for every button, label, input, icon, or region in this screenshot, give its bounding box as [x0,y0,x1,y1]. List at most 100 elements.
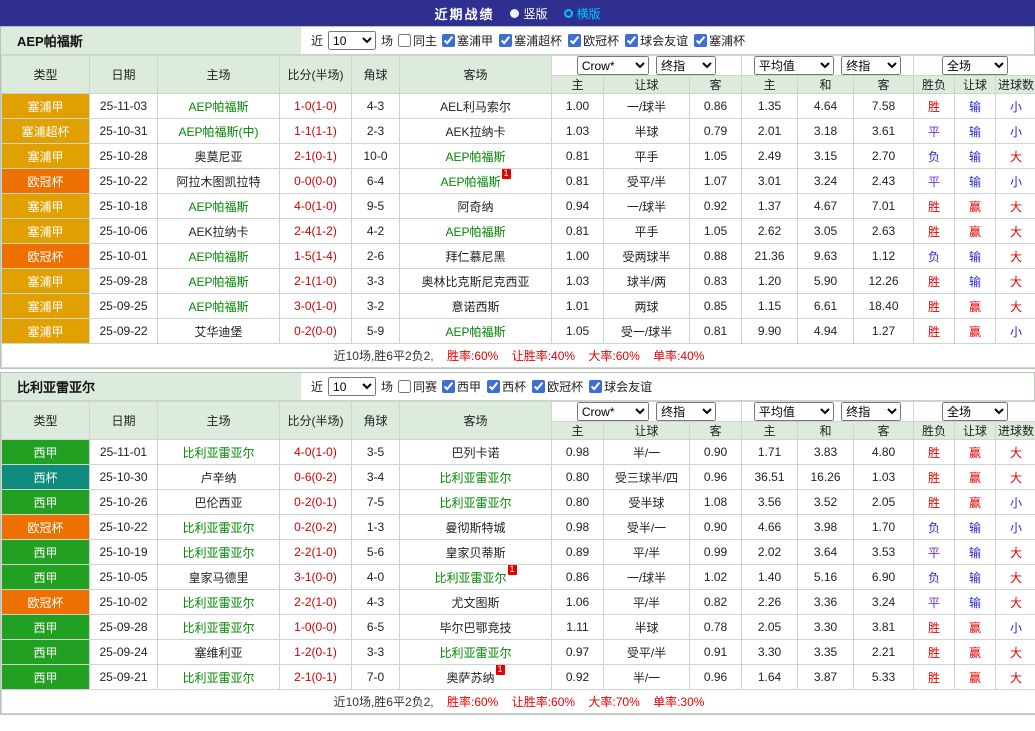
avg-odds-home: 2.05 [742,615,798,640]
away-team: 比利亚雷亚尔 [400,490,552,515]
corners-cell: 3-3 [352,640,400,665]
bookmaker-select[interactable]: Crow* [577,56,649,75]
handicap-win-rate: 让胜率:40% [512,349,575,363]
handicap-odds-home: 0.97 [552,640,604,665]
result-goals: 小 [996,515,1035,540]
league-checkbox[interactable] [499,34,512,47]
league-checkbox[interactable] [442,34,455,47]
league-filter[interactable]: 塞浦超杯 [499,32,562,49]
same-filter[interactable]: 同赛 [398,378,437,395]
league-checkbox[interactable] [532,380,545,393]
euro-time-select[interactable]: 终指 [841,56,901,75]
col-header-odds-away: 客 [690,422,742,440]
odd-rate: 单率:40% [653,349,704,363]
bookmaker-select[interactable]: Crow* [577,402,649,421]
league-filter[interactable]: 欧冠杯 [568,32,619,49]
result-goals: 大 [996,144,1035,169]
league-checkbox[interactable] [568,34,581,47]
layout-horizontal-radio[interactable]: 横版 [564,5,601,22]
match-count-select[interactable]: 10 [328,31,376,50]
avg-odds-draw: 3.35 [798,640,854,665]
away-team: AEP帕福斯 [400,219,552,244]
league-checkbox[interactable] [442,380,455,393]
col-header-home: 主场 [158,56,280,94]
league-checkbox[interactable] [589,380,602,393]
scope-select[interactable]: 全场 [942,56,1008,75]
win-rate: 胜率:60% [447,349,498,363]
team-label: 皇家马德里 [188,571,248,585]
team-label: 比利亚雷亚尔 [434,571,506,585]
league-filter[interactable]: 球会友谊 [589,378,652,395]
league-filter[interactable]: 球会友谊 [625,32,688,49]
match-row: 西甲25-09-28比利亚雷亚尔1-0(0-0)6-5毕尔巴鄂竞技1.11半球0… [2,615,1035,640]
summary-text: 近10场,胜6平2负2, [334,695,434,709]
league-filter[interactable]: 塞浦甲 [442,32,493,49]
handicap-time-select[interactable]: 终指 [656,56,716,75]
handicap-odds-home: 1.03 [552,269,604,294]
avg-odds-draw: 3.24 [798,169,854,194]
handicap-odds-home: 1.03 [552,119,604,144]
home-team: 巴伦西亚 [158,490,280,515]
away-team: 比利亚雷亚尔 [400,465,552,490]
handicap-odds-home: 1.06 [552,590,604,615]
summary-row: 近10场,胜6平2负2, 胜率:60% 让胜率:40% 大率:60% 单率:40… [2,344,1035,368]
result-goals: 大 [996,640,1035,665]
league-checkbox[interactable] [625,34,638,47]
match-count-select[interactable]: 10 [328,377,376,396]
handicap-line: 受平/半 [604,169,690,194]
scope-select[interactable]: 全场 [942,402,1008,421]
away-team: AEK拉纳卡 [400,119,552,144]
league-checkbox[interactable] [487,380,500,393]
match-date: 25-10-01 [90,244,158,269]
competition-badge: 塞浦甲 [2,269,90,294]
avg-odds-away: 18.40 [854,294,914,319]
competition-badge: 塞浦超杯 [2,119,90,144]
same-filter[interactable]: 同主 [398,32,437,49]
corners-cell: 2-3 [352,119,400,144]
match-row: 西甲25-10-05皇家马德里3-1(0-0)4-0比利亚雷亚尔10.86一/球… [2,565,1035,590]
handicap-time-select[interactable]: 终指 [656,402,716,421]
euro-time-select[interactable]: 终指 [841,402,901,421]
team-label: AEK拉纳卡 [188,225,248,239]
league-filter[interactable]: 西杯 [487,378,526,395]
col-header-score: 比分(半场) [280,56,352,94]
competition-badge: 欧冠杯 [2,515,90,540]
home-team: AEP帕福斯 [158,269,280,294]
same-checkbox[interactable] [398,34,411,47]
league-checkbox[interactable] [694,34,707,47]
result-goals: 大 [996,565,1035,590]
handicap-odds-home: 1.01 [552,294,604,319]
score-cell: 0-0(0-0) [280,169,352,194]
competition-badge: 西甲 [2,565,90,590]
result-handicap: 赢 [955,465,996,490]
team-label: 卢辛纳 [200,471,236,485]
league-filter[interactable]: 西甲 [442,378,481,395]
team-label: AEP帕福斯 [188,100,248,114]
home-team: 比利亚雷亚尔 [158,515,280,540]
avg-odds-away: 3.81 [854,615,914,640]
avg-odds-draw: 3.18 [798,119,854,144]
col-header-odds-away: 客 [690,76,742,94]
match-row: 西甲25-10-26巴伦西亚0-2(0-1)7-5比利亚雷亚尔0.80受半球1.… [2,490,1035,515]
avg-odds-draw: 3.83 [798,440,854,465]
corners-cell: 3-5 [352,440,400,465]
layout-vertical-radio[interactable]: 竖版 [510,5,547,22]
league-filter[interactable]: 塞浦杯 [694,32,745,49]
competition-badge: 西甲 [2,490,90,515]
same-checkbox[interactable] [398,380,411,393]
average-select[interactable]: 平均值 [754,56,834,75]
col-header-handicap-result: 让球 [955,422,996,440]
league-filter[interactable]: 欧冠杯 [532,378,583,395]
team-label: 巴伦西亚 [194,496,242,510]
match-row: 塞浦甲25-10-06AEK拉纳卡2-4(1-2)4-2AEP帕福斯0.81平手… [2,219,1035,244]
col-header-result: 胜负 [914,76,955,94]
score-cell: 4-0(1-0) [280,194,352,219]
score-cell: 2-2(1-0) [280,590,352,615]
avg-odds-home: 36.51 [742,465,798,490]
result-goals: 大 [996,294,1035,319]
average-select[interactable]: 平均值 [754,402,834,421]
handicap-odds-controls: Crow* 终指 [552,402,742,422]
away-team: 曼彻斯特城 [400,515,552,540]
avg-odds-draw: 3.52 [798,490,854,515]
competition-badge: 西杯 [2,465,90,490]
